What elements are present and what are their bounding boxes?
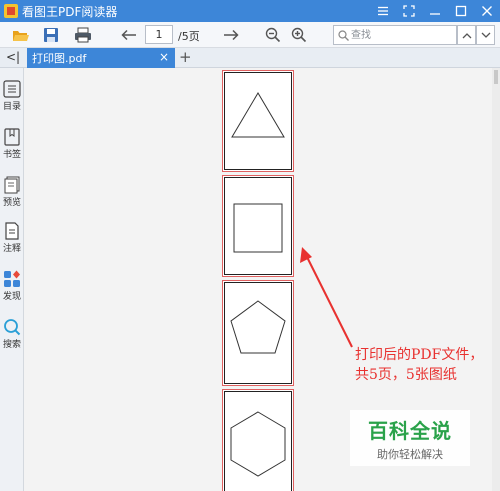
save-icon[interactable] bbox=[40, 22, 62, 48]
pdf-page-2 bbox=[222, 175, 294, 277]
vertical-scrollbar[interactable] bbox=[492, 68, 500, 491]
sidebar-item-discover[interactable]: 发现 bbox=[0, 270, 24, 302]
sidebar-item-label: 发现 bbox=[2, 292, 21, 302]
thumbnails-icon bbox=[4, 176, 20, 194]
title-bar: 看图王PDF阅读器 bbox=[0, 0, 500, 22]
hexagon-shape bbox=[230, 411, 286, 477]
sidebar-item-label: 搜索 bbox=[2, 340, 21, 350]
annotation-icon bbox=[5, 222, 19, 240]
sidebar-item-preview[interactable]: 预览 bbox=[0, 176, 24, 208]
close-icon[interactable] bbox=[474, 0, 500, 22]
print-icon[interactable] bbox=[72, 22, 94, 48]
menu-icon[interactable] bbox=[370, 0, 396, 22]
pentagon-shape bbox=[230, 300, 286, 354]
tab-close-icon[interactable]: × bbox=[159, 50, 169, 64]
search-icon bbox=[4, 319, 21, 336]
app-title: 看图王PDF阅读器 bbox=[22, 4, 118, 19]
new-tab-button[interactable]: + bbox=[179, 48, 192, 66]
collapse-sidebar-button[interactable]: <| bbox=[6, 50, 20, 64]
page-total: /5页 bbox=[178, 30, 200, 43]
bookmark-icon bbox=[4, 128, 20, 146]
annotation-arrow bbox=[300, 247, 353, 348]
tab-label: 打印图.pdf bbox=[32, 52, 87, 65]
search-icon bbox=[338, 29, 349, 41]
sidebar-item-search[interactable]: 搜索 bbox=[0, 318, 24, 350]
sidebar-item-label: 预览 bbox=[2, 198, 21, 208]
sidebar: 目录 书签 预览 注释 发现 搜索 bbox=[0, 68, 24, 491]
watermark: 百科全说 助你轻松解决 bbox=[350, 410, 470, 466]
chevron-up-icon bbox=[462, 32, 471, 38]
tab-document[interactable]: 打印图.pdf × bbox=[27, 48, 175, 68]
fullscreen-icon[interactable] bbox=[396, 0, 422, 22]
app-logo-icon bbox=[4, 4, 18, 18]
sidebar-item-bookmarks[interactable]: 书签 bbox=[0, 128, 24, 160]
tab-bar: <| 打印图.pdf × + bbox=[0, 48, 500, 68]
sidebar-item-label: 注释 bbox=[2, 244, 21, 254]
zoom-out-icon[interactable] bbox=[262, 22, 284, 48]
discover-icon bbox=[4, 270, 20, 287]
minimize-icon[interactable] bbox=[422, 0, 448, 22]
zoom-in-icon[interactable] bbox=[288, 22, 310, 48]
watermark-subtitle: 助你轻松解决 bbox=[377, 447, 443, 461]
toolbar: 1 /5页 bbox=[0, 22, 500, 48]
maximize-icon[interactable] bbox=[448, 0, 474, 22]
scrollbar-thumb[interactable] bbox=[494, 70, 498, 84]
triangle-shape bbox=[231, 92, 285, 138]
pdf-page-4 bbox=[222, 389, 294, 491]
sidebar-item-label: 书签 bbox=[2, 150, 21, 160]
search-box bbox=[333, 25, 457, 45]
pdf-page-3 bbox=[222, 280, 294, 386]
annotation-text: 打印后的PDF文件，共5页，5张图纸 bbox=[355, 347, 484, 383]
list-icon bbox=[3, 80, 21, 98]
sidebar-item-toc[interactable]: 目录 bbox=[0, 80, 24, 112]
chevron-down-icon bbox=[481, 32, 490, 38]
sidebar-item-annotations[interactable]: 注释 bbox=[0, 222, 24, 254]
prev-page-icon[interactable] bbox=[118, 22, 140, 48]
open-folder-icon[interactable] bbox=[10, 22, 32, 48]
sidebar-item-label: 目录 bbox=[2, 102, 21, 112]
page-number-input[interactable]: 1 bbox=[145, 25, 173, 44]
search-input[interactable] bbox=[351, 27, 451, 43]
square-shape bbox=[233, 203, 283, 253]
search-next-button[interactable] bbox=[476, 25, 495, 45]
pdf-page-1 bbox=[222, 70, 294, 172]
next-page-icon[interactable] bbox=[220, 22, 242, 48]
watermark-title: 百科全说 bbox=[368, 418, 452, 443]
search-prev-button[interactable] bbox=[457, 25, 476, 45]
